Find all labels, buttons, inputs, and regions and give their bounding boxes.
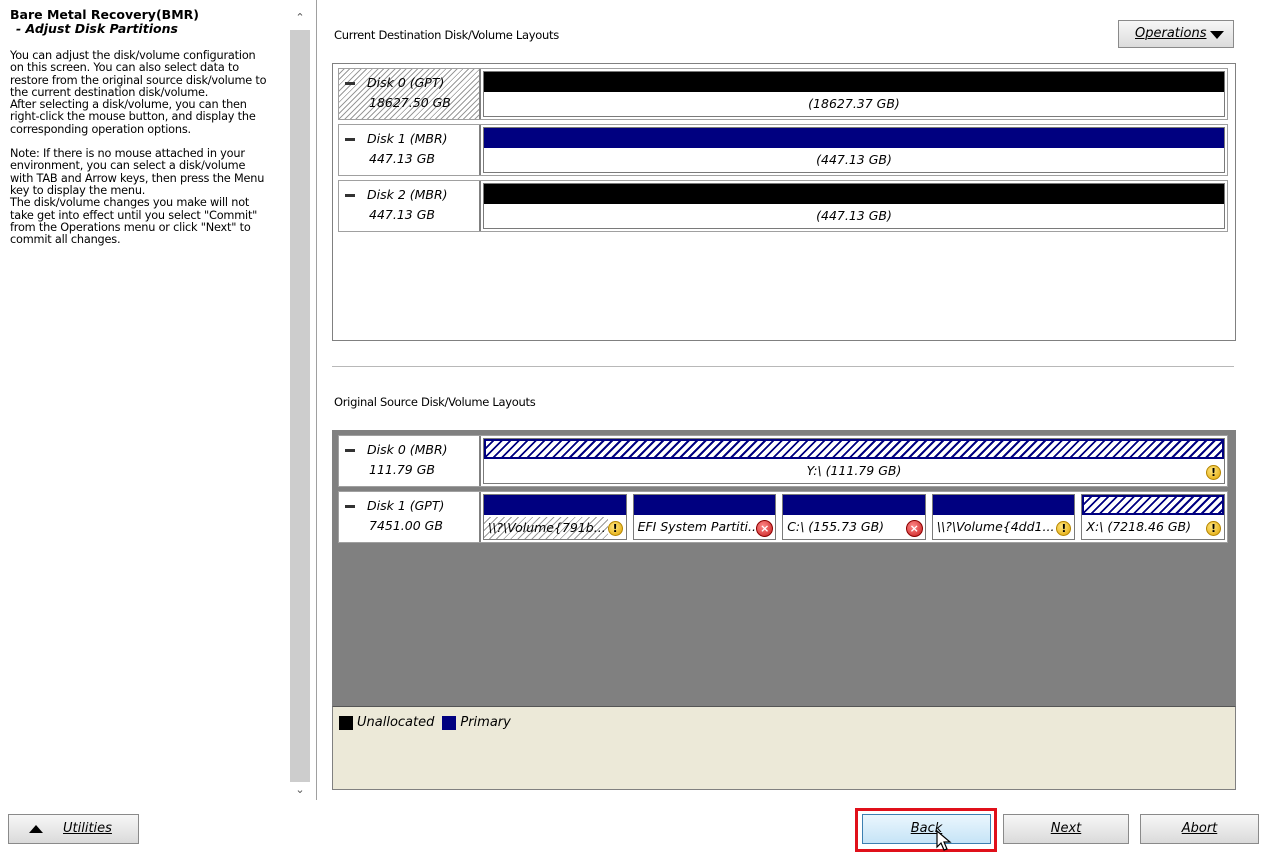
- disk-label[interactable]: Disk 2 (MBR) 447.13 GB: [339, 181, 481, 231]
- unallocated-bar: [484, 72, 1224, 92]
- primary-bar: [484, 495, 626, 515]
- operations-label: Operations: [1135, 26, 1207, 41]
- primary-swatch: [442, 715, 457, 730]
- legend-area: Unallocated Primary: [332, 706, 1236, 790]
- unallocated-volume[interactable]: (447.13 GB): [483, 183, 1225, 229]
- warning-icon: !: [1056, 521, 1072, 536]
- disk-label[interactable]: Disk 1 (GPT) 7451.00 GB: [339, 492, 481, 542]
- section-divider: [332, 366, 1234, 367]
- source-layout-panel: Disk 0 (MBR) 111.79 GB Y:\ (111.79 GB) !…: [332, 430, 1236, 706]
- collapse-icon[interactable]: [345, 505, 355, 508]
- disk-label[interactable]: Disk 0 (GPT) 18627.50 GB: [339, 69, 481, 119]
- pane-divider: [316, 0, 317, 800]
- expand-up-icon: [29, 825, 43, 833]
- scroll-up-arrow-icon[interactable]: ⌃: [290, 8, 310, 28]
- source-section-label: Original Source Disk/Volume Layouts: [334, 395, 536, 409]
- volume-label: X:\ (7218.46 GB): [1086, 519, 1192, 534]
- collapse-icon[interactable]: [345, 449, 355, 452]
- disk-name: Disk 0 (MBR): [367, 442, 448, 457]
- disk-size: 111.79 GB: [369, 462, 435, 477]
- back-button[interactable]: Back: [862, 814, 991, 844]
- legend-unallocated: Unallocated: [357, 715, 435, 730]
- help-pane: Bare Metal Recovery(BMR) - Adjust Disk P…: [0, 0, 290, 800]
- legend: Unallocated Primary: [339, 715, 511, 730]
- collapse-icon[interactable]: [345, 82, 355, 85]
- volume-size: (447.13 GB): [816, 152, 892, 167]
- hatched-bar: [1082, 495, 1224, 515]
- disk-name: Disk 2 (MBR): [367, 187, 448, 202]
- primary-volume[interactable]: (447.13 GB): [483, 127, 1225, 173]
- help-paragraph: You can adjust the disk/volume configura…: [10, 49, 267, 136]
- volume-area: \\?\Volume{791b... ! EFI System Partiti.…: [481, 492, 1227, 542]
- scrollbar-thumb[interactable]: [290, 30, 310, 782]
- utilities-label: Utilities: [63, 821, 112, 836]
- help-title: Bare Metal Recovery(BMR): [10, 7, 199, 22]
- error-icon: ×: [756, 520, 774, 537]
- mouse-cursor-icon: [936, 830, 952, 851]
- primary-bar: [484, 128, 1224, 148]
- disk-size: 7451.00 GB: [369, 518, 443, 533]
- volume-area: (447.13 GB): [481, 181, 1227, 231]
- unallocated-volume[interactable]: (18627.37 GB): [483, 71, 1225, 117]
- source-volume[interactable]: X:\ (7218.46 GB) !: [1081, 494, 1225, 540]
- help-subtitle: - Adjust Disk Partitions: [16, 21, 178, 36]
- abort-label: Abort: [1181, 821, 1218, 836]
- disk-name: Disk 1 (GPT): [367, 498, 445, 513]
- disk-size: 447.13 GB: [369, 207, 435, 222]
- dropdown-caret-icon: [1210, 31, 1224, 39]
- volume-label: \\?\Volume{4dd1...: [936, 519, 1055, 534]
- unallocated-swatch: [339, 715, 353, 730]
- volume-area: Y:\ (111.79 GB) !: [481, 436, 1227, 486]
- volume-area: (18627.37 GB): [481, 69, 1227, 119]
- volume-size: (18627.37 GB): [808, 96, 900, 111]
- destination-disk-row[interactable]: Disk 2 (MBR) 447.13 GB (447.13 GB): [338, 180, 1228, 232]
- disk-label[interactable]: Disk 0 (MBR) 111.79 GB: [339, 436, 481, 486]
- primary-bar: [783, 495, 925, 515]
- volume-label: Y:\ (111.79 GB): [806, 463, 902, 478]
- volume-label: EFI System Partiti...: [637, 519, 758, 534]
- scroll-down-arrow-icon[interactable]: ⌄: [290, 780, 310, 800]
- warning-icon: !: [1206, 465, 1221, 480]
- destination-disk-row[interactable]: Disk 1 (MBR) 447.13 GB (447.13 GB): [338, 124, 1228, 176]
- destination-layout-panel: Disk 0 (GPT) 18627.50 GB (18627.37 GB) D…: [332, 63, 1236, 341]
- volume-label: \\?\Volume{791b...: [484, 517, 608, 539]
- warning-icon: !: [607, 521, 623, 536]
- disk-size: 18627.50 GB: [369, 95, 451, 110]
- operations-button[interactable]: Operations: [1118, 20, 1234, 48]
- volume-size: (447.13 GB): [816, 208, 892, 223]
- abort-button[interactable]: Abort: [1140, 814, 1259, 844]
- collapse-icon[interactable]: [345, 194, 355, 197]
- unallocated-bar: [484, 184, 1224, 204]
- next-label: Next: [1050, 821, 1082, 836]
- help-scrollbar[interactable]: ⌃ ⌄: [290, 8, 310, 800]
- volume-label: C:\ (155.73 GB): [787, 519, 885, 534]
- disk-size: 447.13 GB: [369, 151, 435, 166]
- source-volume[interactable]: \\?\Volume{4dd1... !: [931, 494, 1076, 540]
- utilities-button[interactable]: Utilities: [8, 814, 139, 844]
- disk-name: Disk 0 (GPT): [367, 75, 445, 90]
- source-disk-row[interactable]: Disk 0 (MBR) 111.79 GB Y:\ (111.79 GB) !: [338, 435, 1228, 487]
- collapse-icon[interactable]: [345, 138, 355, 141]
- volume-area: (447.13 GB): [481, 125, 1227, 175]
- help-note: Note: If there is no mouse attached in y…: [10, 147, 265, 247]
- source-volume[interactable]: EFI System Partiti... ×: [632, 494, 777, 540]
- primary-bar: [932, 495, 1075, 515]
- disk-label[interactable]: Disk 1 (MBR) 447.13 GB: [339, 125, 481, 175]
- source-volume[interactable]: \\?\Volume{791b... !: [483, 494, 627, 540]
- next-button[interactable]: Next: [1003, 814, 1129, 844]
- primary-bar: [633, 495, 776, 515]
- error-icon: ×: [905, 520, 923, 537]
- destination-disk-row[interactable]: Disk 0 (GPT) 18627.50 GB (18627.37 GB): [338, 68, 1228, 120]
- disk-name: Disk 1 (MBR): [367, 131, 448, 146]
- source-volume[interactable]: C:\ (155.73 GB) ×: [782, 494, 926, 540]
- destination-section-label: Current Destination Disk/Volume Layouts: [334, 28, 559, 42]
- hatched-bar: [484, 439, 1224, 459]
- legend-primary: Primary: [460, 715, 511, 730]
- source-disk-row[interactable]: Disk 1 (GPT) 7451.00 GB \\?\Volume{791b.…: [338, 491, 1228, 543]
- source-volume[interactable]: Y:\ (111.79 GB) !: [483, 438, 1225, 484]
- warning-icon: !: [1205, 521, 1221, 536]
